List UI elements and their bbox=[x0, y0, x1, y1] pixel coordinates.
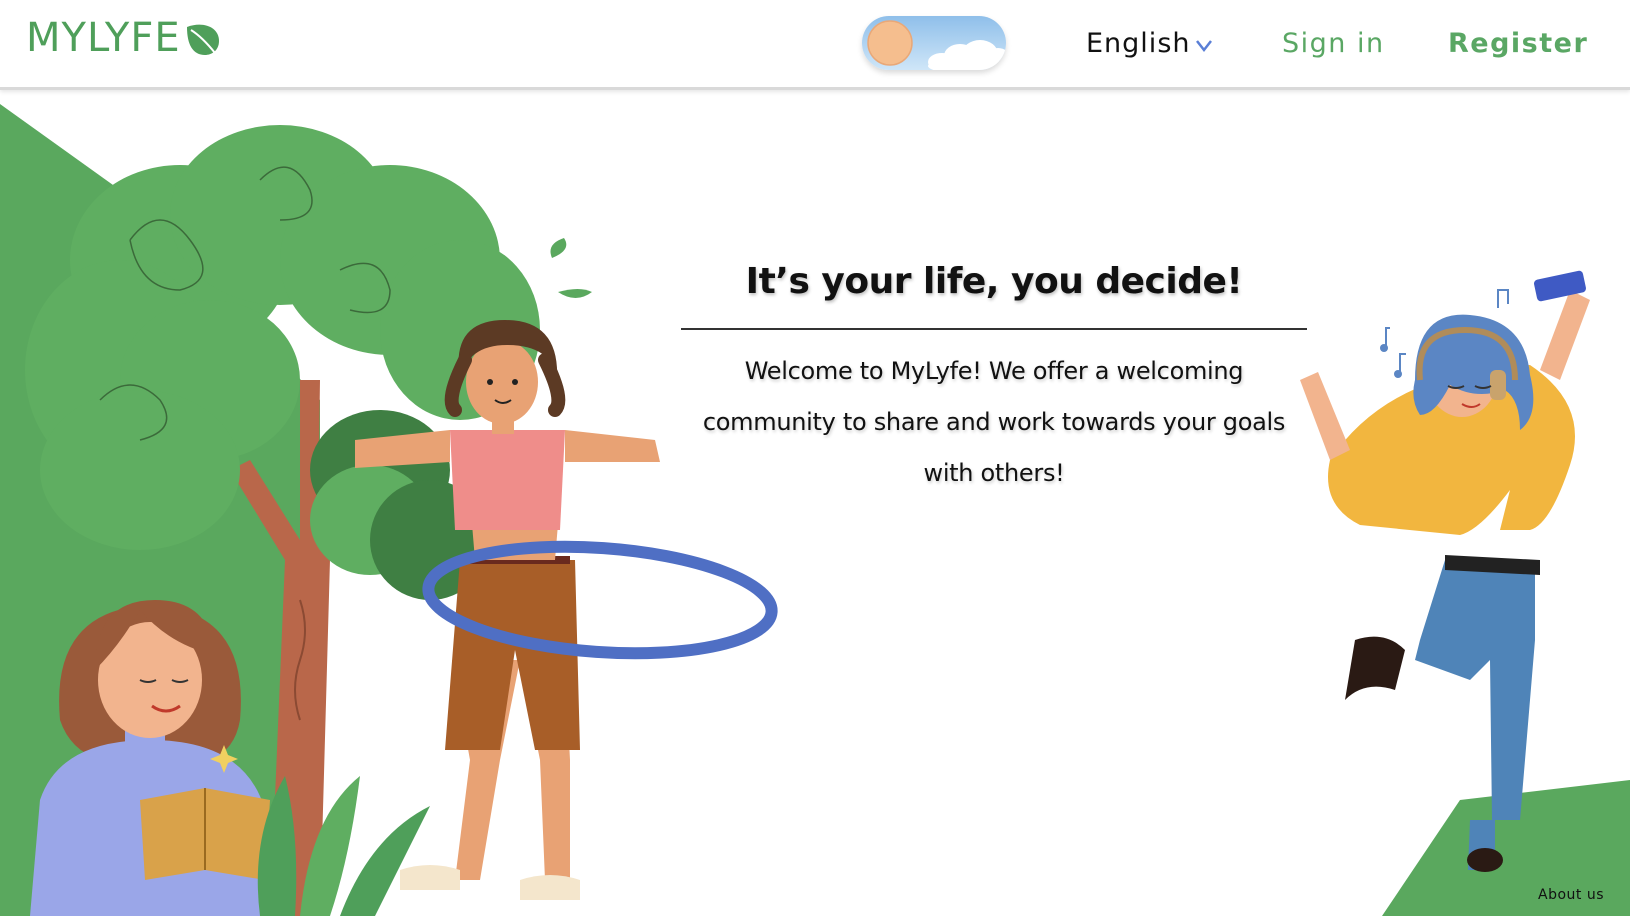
dancing-woman bbox=[1300, 270, 1590, 872]
sun-cloud-icon bbox=[867, 20, 1006, 70]
about-us-link[interactable]: About us bbox=[1538, 887, 1604, 903]
leaf-icon bbox=[186, 24, 219, 55]
theme-toggle[interactable] bbox=[862, 16, 1006, 70]
top-navigation-bar: MYLYFE English Sign in Register bbox=[0, 0, 1630, 90]
chevron-down-icon bbox=[1195, 39, 1212, 52]
logo-home-link[interactable]: MYLYFE bbox=[26, 16, 221, 60]
hero-section: It’s your life, you decide! Welcome to M… bbox=[680, 250, 1308, 499]
floating-leaf bbox=[558, 289, 592, 298]
register-link[interactable]: Register bbox=[1448, 28, 1588, 59]
hero-divider bbox=[681, 328, 1307, 330]
logo-text: MYLYFE bbox=[26, 15, 181, 61]
floating-leaf bbox=[550, 238, 567, 258]
hero-description: Welcome to MyLyfe! We offer a welcoming … bbox=[702, 357, 1286, 487]
bush bbox=[257, 776, 430, 916]
hero-title: It’s your life, you decide! bbox=[745, 261, 1243, 302]
signin-link[interactable]: Sign in bbox=[1282, 28, 1385, 59]
language-selector[interactable]: English bbox=[1086, 28, 1213, 59]
language-label: English bbox=[1086, 28, 1191, 59]
